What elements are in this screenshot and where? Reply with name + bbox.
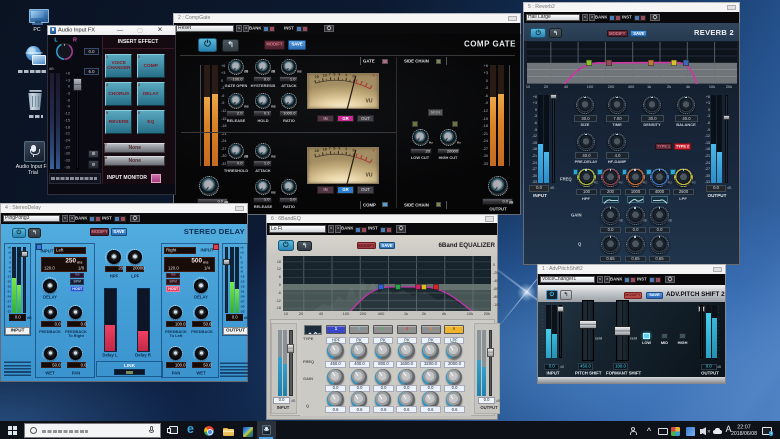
svg-text:5: 5: [333, 73, 336, 77]
svg-text:1: 1: [345, 73, 348, 77]
svg-text:20: 20: [314, 73, 319, 78]
svg-text:10: 10: [323, 73, 328, 77]
svg-text:7: 7: [328, 73, 331, 77]
svg-text:1: 1: [345, 147, 348, 151]
svg-text:7: 7: [328, 147, 331, 151]
svg-text:5: 5: [333, 147, 336, 151]
svg-text:3: 3: [338, 147, 341, 151]
svg-text:20: 20: [314, 148, 319, 153]
svg-text:3: 3: [338, 73, 341, 77]
svg-text:10: 10: [323, 147, 328, 151]
